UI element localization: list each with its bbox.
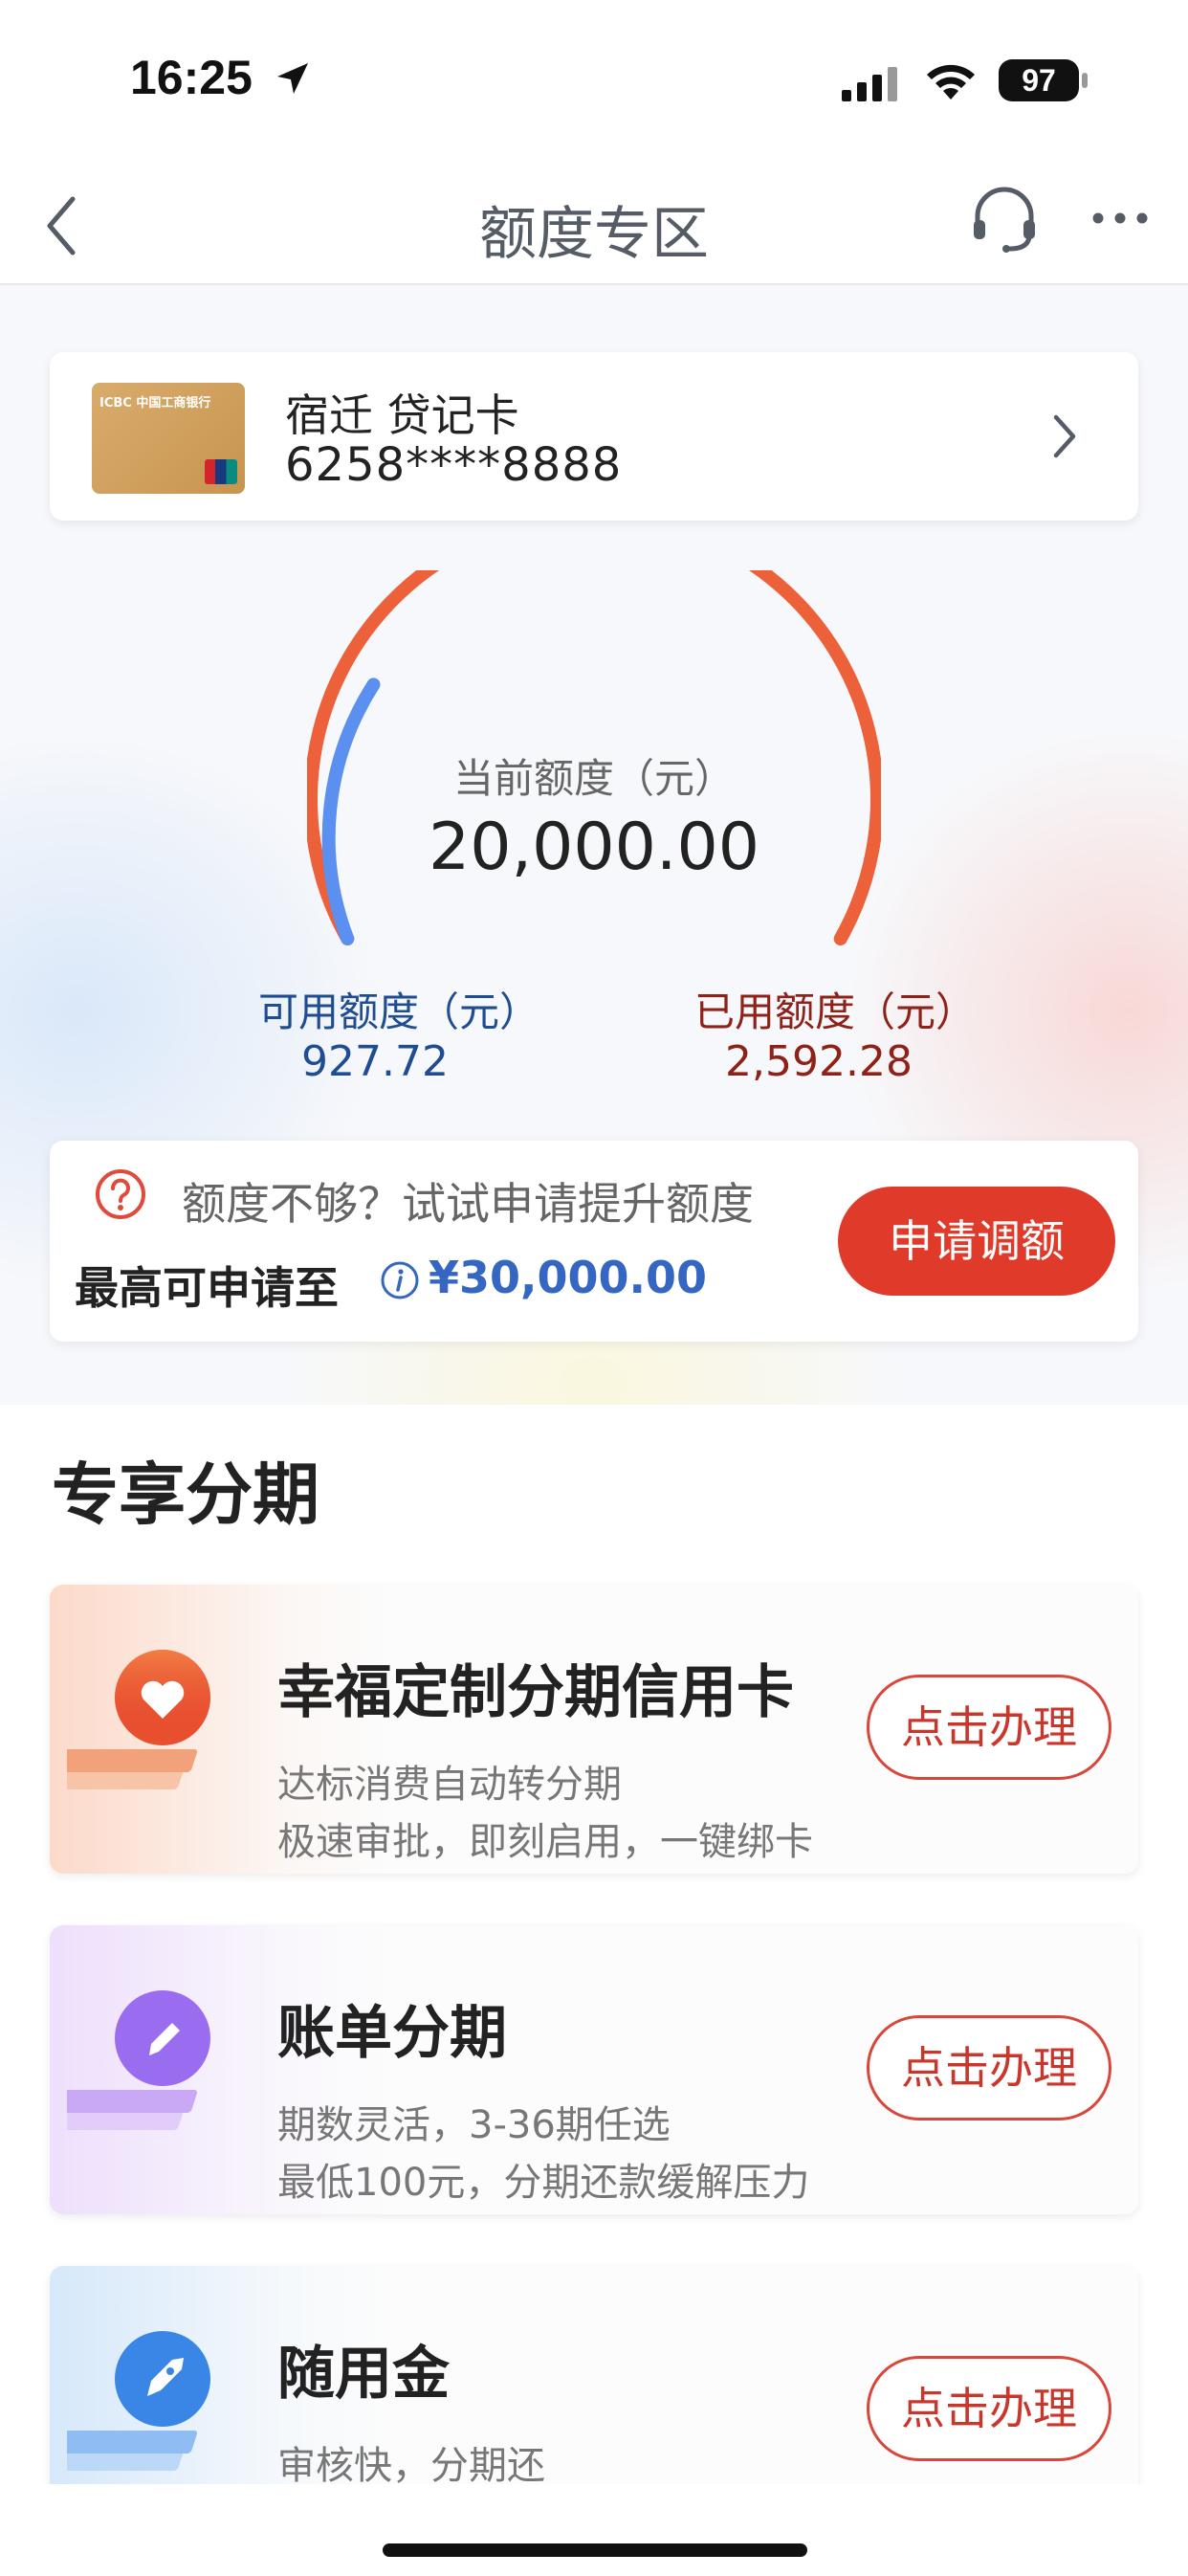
installment-item-happiness-card[interactable]: 幸福定制分期信用卡 达标消费自动转分期 极速审批，即刻启用，一键绑卡 点击办理 [50,1585,1138,1874]
pencil-icon [67,1990,210,2130]
used-limit-label: 已用额度（元） [694,988,977,1035]
item-description: 审核快，分期还 [277,2444,545,2488]
battery-tip [1082,73,1088,88]
battery-indicator: 97 [999,59,1079,101]
raise-limit-prompt: 额度不够？试试申请提升额度 [182,1178,754,1230]
more-options-icon[interactable] [1090,211,1150,226]
customer-service-icon[interactable] [968,184,1041,256]
item-title: 账单分期 [277,2000,507,2067]
question-circle-icon [96,1169,145,1219]
item-description: 极速审批，即刻启用，一键绑卡 [277,1820,813,1864]
card-number: 6258****8888 [285,438,623,492]
card-image: ICBC 中国工商银行 [92,383,245,494]
bottom-safe-area [0,2484,1188,2576]
current-limit-value: 20,000.00 [428,810,760,885]
status-bar: 16:25 97 [0,0,1188,163]
chevron-right-icon [1053,414,1076,458]
raise-limit-panel: 额度不够？试试申请提升额度 最高可申请至 ¥30,000.00 申请调额 [50,1141,1138,1342]
apply-now-button[interactable]: 点击办理 [867,2015,1111,2121]
max-apply-label: 最高可申请至 [75,1262,339,1314]
rocket-icon [67,2331,210,2471]
cellular-signal-icon [842,67,897,101]
item-title: 幸福定制分期信用卡 [277,1659,794,1726]
item-description: 期数灵活，3-36期任选 [277,2103,671,2147]
current-limit-label: 当前额度（元） [452,755,735,802]
heart-icon [67,1650,210,1789]
item-title: 随用金 [277,2341,450,2408]
card-selector[interactable]: ICBC 中国工商银行 宿迁 贷记卡 6258****8888 [50,352,1138,521]
navigation-bar: 额度专区 [0,163,1188,285]
apply-now-button[interactable]: 点击办理 [867,2356,1111,2461]
wifi-icon [927,64,975,100]
section-title: 专享分期 [52,1455,319,1534]
used-limit-value: 2,592.28 [725,1037,913,1086]
apply-now-button[interactable]: 点击办理 [867,1675,1111,1780]
home-indicator[interactable] [383,2543,807,2557]
status-time: 16:25 [130,51,253,104]
card-name: 宿迁 贷记卡 [285,389,519,441]
location-arrow-icon [277,63,308,94]
apply-adjust-button[interactable]: 申请调额 [838,1187,1115,1296]
installment-item-bill[interactable]: 账单分期 期数灵活，3-36期任选 最低100元，分期还款缓解压力 点击办理 [50,1925,1138,2214]
info-icon[interactable] [379,1259,421,1301]
card-bank-text: ICBC 中国工商银行 [99,396,211,411]
max-apply-amount: ¥30,000.00 [429,1252,708,1303]
available-limit-label: 可用额度（元） [258,988,540,1035]
item-description: 达标消费自动转分期 [277,1763,622,1807]
available-limit-value: 927.72 [301,1037,449,1086]
item-description: 最低100元，分期还款缓解压力 [277,2161,810,2205]
unionpay-logo [205,459,237,484]
